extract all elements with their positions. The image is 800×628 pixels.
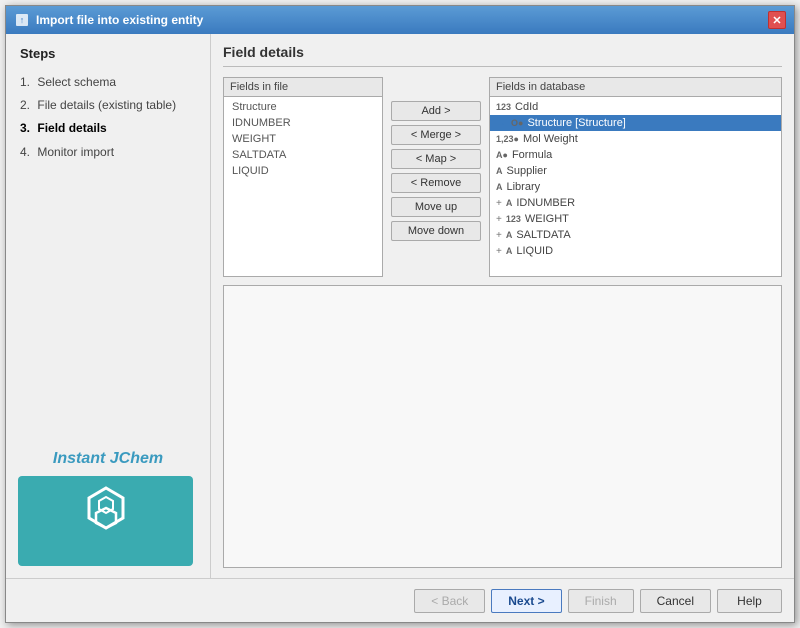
db-field-weight[interactable]: + 123 WEIGHT bbox=[490, 211, 781, 227]
db-field-library[interactable]: A Library bbox=[490, 179, 781, 195]
move-up-button[interactable]: Move up bbox=[391, 197, 481, 217]
db-field-saltdata[interactable]: + A SALTDATA bbox=[490, 227, 781, 243]
db-field-formula[interactable]: A● Formula bbox=[490, 147, 781, 163]
title-bar: ↑ Import file into existing entity ✕ bbox=[6, 6, 794, 34]
fields-in-db-box: Fields in database 123 CdId → O● Structu… bbox=[489, 77, 782, 277]
main-content: Steps 1. Select schema 2. File details (… bbox=[6, 34, 794, 578]
db-list-wrapper: 123 CdId → O● Structure [Structure] 1,23… bbox=[490, 97, 781, 276]
import-dialog: ↑ Import file into existing entity ✕ Ste… bbox=[5, 5, 795, 623]
file-field-liquid[interactable]: LIQUID bbox=[224, 163, 382, 179]
help-button[interactable]: Help bbox=[717, 589, 782, 613]
db-field-supplier[interactable]: A Supplier bbox=[490, 163, 781, 179]
add-button[interactable]: Add > bbox=[391, 101, 481, 121]
step-2: 2. File details (existing table) bbox=[20, 94, 196, 117]
fields-in-file-header: Fields in file bbox=[224, 78, 382, 97]
dialog-icon: ↑ bbox=[14, 12, 30, 28]
step-list: 1. Select schema 2. File details (existi… bbox=[20, 71, 196, 164]
merge-button[interactable]: < Merge > bbox=[391, 125, 481, 145]
step-1: 1. Select schema bbox=[20, 71, 196, 94]
title-bar-left: ↑ Import file into existing entity bbox=[14, 12, 203, 28]
db-field-idnumber[interactable]: + A IDNUMBER bbox=[490, 195, 781, 211]
branding-name: Instant JChem bbox=[18, 450, 198, 468]
cancel-button[interactable]: Cancel bbox=[640, 589, 711, 613]
remove-button[interactable]: < Remove bbox=[391, 173, 481, 193]
db-field-structure[interactable]: → O● Structure [Structure] bbox=[490, 115, 781, 131]
branding-logo bbox=[18, 476, 193, 566]
next-button[interactable]: Next > bbox=[491, 589, 561, 613]
field-mapping-area: Fields in file Structure IDNUMBER WEIGHT… bbox=[223, 77, 782, 277]
step-4: 4. Monitor import bbox=[20, 141, 196, 164]
db-field-molweight[interactable]: 1,23● Mol Weight bbox=[490, 131, 781, 147]
back-button[interactable]: < Back bbox=[414, 589, 485, 613]
file-field-idnumber[interactable]: IDNUMBER bbox=[224, 115, 382, 131]
file-field-saltdata[interactable]: SALTDATA bbox=[224, 147, 382, 163]
fields-in-file-list: Structure IDNUMBER WEIGHT SALTDATA LIQUI… bbox=[224, 97, 382, 276]
db-field-liquid[interactable]: + A LIQUID bbox=[490, 243, 781, 259]
mapping-buttons: Add > < Merge > < Map > < Remove Move up… bbox=[391, 77, 481, 277]
svg-text:↑: ↑ bbox=[20, 15, 25, 25]
sidebar: Steps 1. Select schema 2. File details (… bbox=[6, 34, 211, 578]
db-field-cdid[interactable]: 123 CdId bbox=[490, 99, 781, 115]
file-field-weight[interactable]: WEIGHT bbox=[224, 131, 382, 147]
hex-logo-icon bbox=[71, 483, 141, 560]
file-field-structure[interactable]: Structure bbox=[224, 99, 382, 115]
fields-in-file-box: Fields in file Structure IDNUMBER WEIGHT… bbox=[223, 77, 383, 277]
fields-in-db-header: Fields in database bbox=[490, 78, 781, 97]
db-fields-list: 123 CdId → O● Structure [Structure] 1,23… bbox=[490, 97, 781, 276]
branding-section: Instant JChem bbox=[6, 438, 210, 578]
step-3-active: 3. Field details bbox=[20, 117, 196, 140]
right-panel: Field details Fields in file Structure I… bbox=[211, 34, 794, 578]
bottom-bar: < Back Next > Finish Cancel Help bbox=[6, 578, 794, 622]
steps-section: Steps 1. Select schema 2. File details (… bbox=[6, 34, 210, 438]
panel-title: Field details bbox=[223, 44, 782, 67]
preview-area bbox=[223, 285, 782, 568]
finish-button[interactable]: Finish bbox=[568, 589, 634, 613]
steps-heading: Steps bbox=[20, 46, 196, 61]
map-button[interactable]: < Map > bbox=[391, 149, 481, 169]
move-down-button[interactable]: Move down bbox=[391, 221, 481, 241]
dialog-title: Import file into existing entity bbox=[36, 13, 203, 27]
close-button[interactable]: ✕ bbox=[768, 11, 786, 29]
